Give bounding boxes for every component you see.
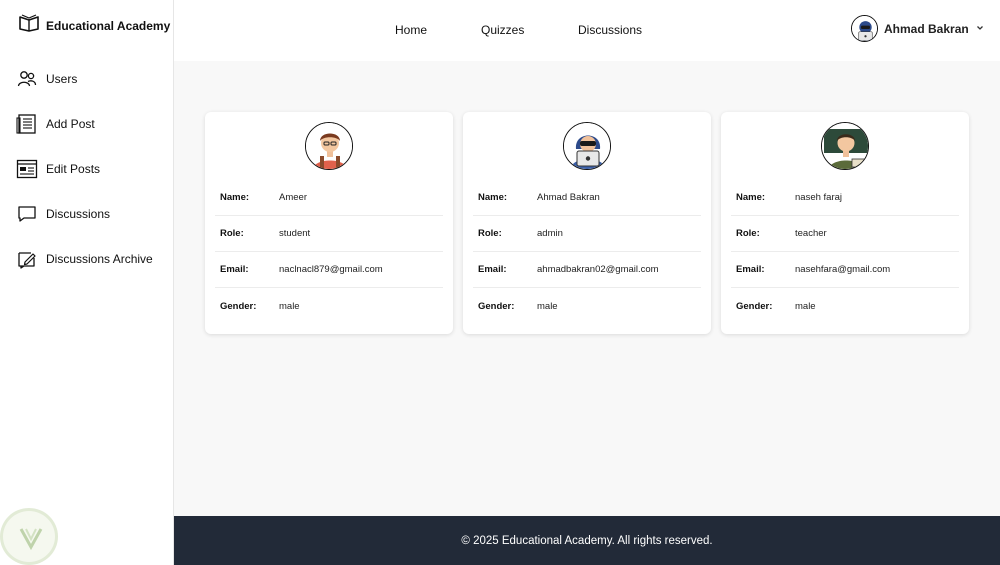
sidebar-item-label: Edit Posts xyxy=(46,162,101,176)
info-row-email: Email: naclnacl879@gmail.com xyxy=(215,252,443,288)
info-row-name: Name: naseh faraj xyxy=(731,180,959,216)
sidebar-item-edit-posts[interactable]: Edit Posts xyxy=(16,158,100,180)
nav-discussions-link[interactable]: Discussions xyxy=(578,23,642,37)
watermark-logo xyxy=(0,508,58,565)
sidebar-item-discussions-archive[interactable]: Discussions Archive xyxy=(16,248,153,270)
sidebar: Educational Academy Users Add Post Edit … xyxy=(0,0,174,565)
role-value: admin xyxy=(537,228,563,239)
info-row-role: Role: admin xyxy=(473,216,701,252)
name-label: Name: xyxy=(220,192,250,203)
footer: © 2025 Educational Academy. All rights r… xyxy=(174,516,1000,565)
email-value: ahmadbakran02@gmail.com xyxy=(537,264,659,275)
info-row-name: Name: Ahmad Bakran xyxy=(473,180,701,216)
gender-value: male xyxy=(279,300,300,312)
gender-label: Gender: xyxy=(478,300,515,312)
sidebar-item-label: Discussions Archive xyxy=(46,252,153,266)
sidebar-item-users[interactable]: Users xyxy=(16,68,77,90)
chat-bubble-icon xyxy=(16,203,38,225)
info-row-gender: Gender: male xyxy=(731,288,959,324)
footer-copyright: © 2025 Educational Academy. All rights r… xyxy=(461,534,713,547)
role-label: Role: xyxy=(220,228,244,239)
user-card: Name: Ahmad Bakran Role: admin Email: ah… xyxy=(463,112,711,334)
open-book-icon xyxy=(18,14,40,37)
archive-edit-icon xyxy=(16,248,38,270)
add-post-icon xyxy=(16,113,38,135)
user-card: Name: naseh faraj Role: teacher Email: n… xyxy=(721,112,969,334)
role-label: Role: xyxy=(478,228,502,239)
email-value: naclnacl879@gmail.com xyxy=(279,264,383,275)
nav-home-link[interactable]: Home xyxy=(395,23,427,37)
name-value: Ahmad Bakran xyxy=(537,192,600,203)
info-row-name: Name: Ameer xyxy=(215,180,443,216)
brand[interactable]: Educational Academy xyxy=(18,14,170,37)
info-row-email: Email: ahmadbakran02@gmail.com xyxy=(473,252,701,288)
avatar xyxy=(851,15,878,42)
name-label: Name: xyxy=(736,192,766,203)
role-label: Role: xyxy=(736,228,760,239)
users-icon xyxy=(16,68,38,90)
sidebar-item-label: Add Post xyxy=(46,117,95,131)
info-row-gender: Gender: male xyxy=(473,288,701,324)
user-menu[interactable]: Ahmad Bakran xyxy=(851,15,985,42)
brand-name: Educational Academy xyxy=(46,18,171,33)
gender-value: male xyxy=(795,300,816,312)
gender-label: Gender: xyxy=(736,300,773,312)
student-avatar xyxy=(305,122,353,170)
user-name: Ahmad Bakran xyxy=(884,21,969,36)
email-value: nasehfara@gmail.com xyxy=(795,264,891,275)
email-label: Email: xyxy=(478,264,507,275)
info-row-gender: Gender: male xyxy=(215,288,443,324)
role-value: student xyxy=(279,228,311,239)
chevron-down-icon xyxy=(975,20,985,38)
gender-label: Gender: xyxy=(220,300,257,312)
edit-posts-icon xyxy=(16,158,38,180)
sidebar-item-add-post[interactable]: Add Post xyxy=(16,113,95,135)
nav-quizzes-link[interactable]: Quizzes xyxy=(481,23,524,37)
name-label: Name: xyxy=(478,192,508,203)
sidebar-item-discussions[interactable]: Discussions xyxy=(16,203,110,225)
info-row-role: Role: student xyxy=(215,216,443,252)
gender-value: male xyxy=(537,300,558,312)
info-row-email: Email: nasehfara@gmail.com xyxy=(731,252,959,288)
email-label: Email: xyxy=(736,264,765,275)
name-value: Ameer xyxy=(279,192,307,203)
name-value: naseh faraj xyxy=(795,192,843,203)
info-row-role: Role: teacher xyxy=(731,216,959,252)
sidebar-item-label: Discussions xyxy=(46,207,111,221)
hacker-laptop-avatar xyxy=(563,122,611,170)
email-label: Email: xyxy=(220,264,249,275)
sidebar-item-label: Users xyxy=(46,72,78,86)
role-value: teacher xyxy=(795,228,827,239)
teacher-avatar xyxy=(821,122,869,170)
user-card: Name: Ameer Role: student Email: naclnac… xyxy=(205,112,453,334)
